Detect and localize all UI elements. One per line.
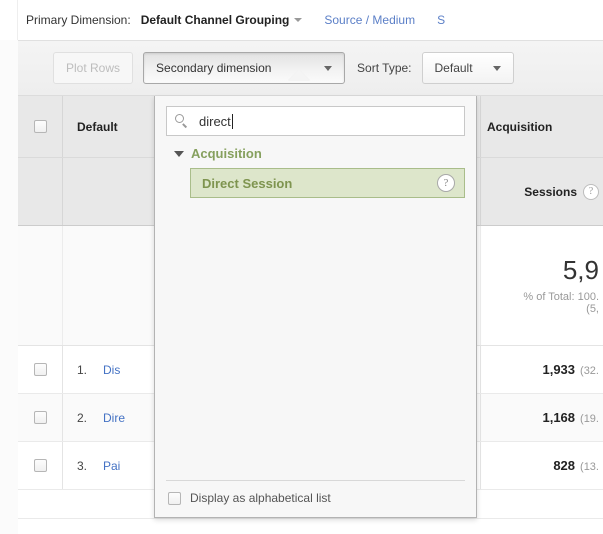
secondary-dimension-label: Secondary dimension — [156, 61, 272, 75]
row-metric-cell: 828 (13. — [481, 442, 603, 489]
row-index: 1. — [77, 362, 88, 377]
row-checkbox[interactable] — [33, 363, 47, 376]
row-dimension-link[interactable]: Dis — [103, 363, 120, 377]
analytics-report-panel: Primary Dimension: Default Channel Group… — [0, 0, 603, 534]
header-sub-check-cell — [18, 158, 63, 225]
row-select-cell — [18, 346, 63, 393]
alphabetical-list-label[interactable]: Display as alphabetical list — [190, 491, 331, 505]
dimension-header-label: Default — [77, 119, 118, 134]
row-metric-cell: 1,933 (32. — [481, 346, 603, 393]
plot-rows-button[interactable]: Plot Rows — [53, 52, 134, 84]
help-icon[interactable]: ? — [437, 174, 455, 192]
sessions-header[interactable]: Sessions ? — [481, 158, 603, 225]
dropdown-footer: Display as alphabetical list — [166, 480, 465, 517]
dropdown-group-acquisition[interactable]: Acquisition — [166, 144, 465, 165]
chevron-down-icon — [324, 65, 333, 71]
row-dimension-link[interactable]: Dire — [103, 411, 125, 425]
row-dimension-link[interactable]: Pai — [103, 459, 120, 473]
metric-group-label: Acquisition — [487, 119, 553, 134]
row-index: 3. — [77, 458, 88, 473]
summary-check-cell — [18, 226, 63, 345]
row-sessions-value: 828 — [553, 458, 576, 473]
row-select-cell — [18, 394, 63, 441]
row-sessions-percent: (19. — [580, 413, 599, 425]
sort-type-dropdown[interactable]: Default — [421, 52, 514, 84]
select-all-cell — [18, 96, 63, 157]
triangle-down-icon[interactable] — [174, 150, 184, 157]
row-checkbox[interactable] — [33, 459, 47, 472]
dropdown-option-list: Acquisition Direct Session ? — [155, 144, 476, 480]
left-gutter-lower — [0, 40, 18, 534]
sort-type-value: Default — [434, 61, 473, 75]
search-input-value: direct — [199, 113, 231, 129]
text-cursor — [231, 113, 233, 129]
metric-group-header: Acquisition — [481, 96, 603, 157]
row-sessions-percent: (13. — [580, 461, 599, 473]
summary-absolute-total: (5, — [586, 302, 599, 315]
primary-dimension-selected[interactable]: Default Channel Grouping — [141, 13, 290, 27]
row-sessions-value: 1,168 — [542, 410, 576, 425]
help-icon[interactable]: ? — [583, 183, 599, 200]
row-index: 2. — [77, 410, 88, 425]
row-checkbox[interactable] — [33, 411, 47, 424]
dimension-link-source-medium[interactable]: Source / Medium — [324, 13, 415, 27]
chevron-down-icon — [492, 65, 501, 71]
table-bottom-edge — [18, 518, 603, 534]
dropdown-group-label: Acquisition — [191, 146, 262, 161]
search-icon — [175, 114, 189, 128]
primary-dimension-label: Primary Dimension: — [26, 13, 131, 27]
row-sessions-value: 1,933 — [542, 362, 576, 377]
dropdown-option-direct-session[interactable]: Direct Session ? — [190, 168, 465, 198]
dimension-link-source[interactable]: S — [437, 13, 445, 27]
dropdown-option-label: Direct Session — [202, 175, 293, 191]
alphabetical-list-checkbox[interactable] — [168, 491, 181, 505]
sort-type-label: Sort Type: — [357, 61, 412, 75]
summary-sessions-total: 5,9 — [562, 255, 599, 286]
dropdown-search-area: direct — [155, 96, 476, 144]
toolbar-pointer-caret — [288, 69, 310, 81]
plot-rows-label: Plot Rows — [66, 61, 121, 75]
sessions-header-label: Sessions — [524, 184, 577, 199]
secondary-dimension-dropdown-panel: direct Acquisition Direct Session ? Disp… — [154, 96, 477, 518]
primary-dimension-bar: Primary Dimension: Default Channel Group… — [18, 0, 603, 40]
row-sessions-percent: (32. — [580, 365, 599, 377]
search-input[interactable]: direct — [166, 106, 465, 136]
report-toolbar: Plot Rows Secondary dimension Sort Type:… — [18, 40, 603, 96]
summary-metric-cell: 5,9 % of Total: 100. (5, — [481, 226, 603, 345]
chevron-down-icon[interactable] — [294, 18, 303, 22]
row-metric-cell: 1,168 (19. — [481, 394, 603, 441]
secondary-dimension-button[interactable]: Secondary dimension — [143, 52, 346, 84]
select-all-checkbox[interactable] — [33, 120, 47, 133]
summary-percent-of-total: % of Total: 100. — [523, 290, 599, 303]
row-select-cell — [18, 442, 63, 489]
